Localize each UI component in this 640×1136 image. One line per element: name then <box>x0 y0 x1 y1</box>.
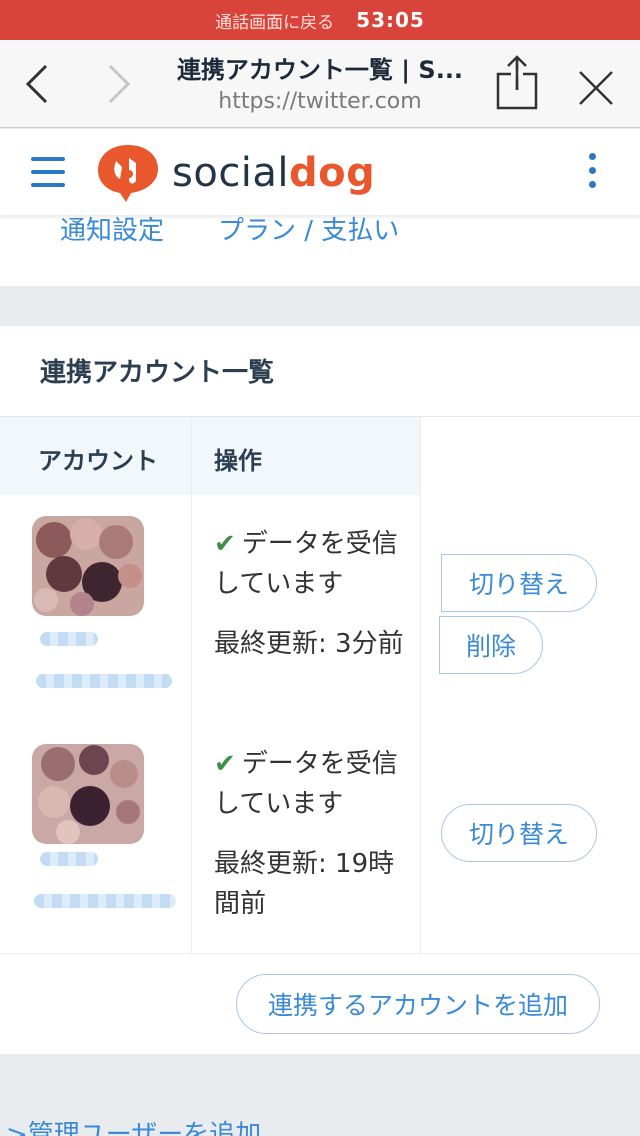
add-admin-user-label: 管理ユーザーを追加 <box>27 1120 262 1136</box>
forward-chevron-icon[interactable] <box>100 62 136 106</box>
brand-wordmark: socialdog <box>172 150 375 196</box>
table-header: アカウント 操作 <box>0 417 420 495</box>
last-updated: 最終更新: 19時間前 <box>214 849 395 919</box>
checkmark-icon: ✔ <box>214 749 236 779</box>
divider <box>0 953 640 954</box>
account-avatar <box>32 516 144 616</box>
brand-part-social: social <box>172 150 290 196</box>
checkmark-icon: ✔ <box>214 529 236 559</box>
chevron-right-icon: > <box>6 1120 28 1136</box>
add-admin-user-link[interactable]: >管理ユーザーを追加 <box>6 1114 261 1136</box>
delete-account-button[interactable]: 削除 <box>439 616 543 674</box>
linked-accounts-card: 連携アカウント一覧 アカウント 操作 ✔ データを受信しています 最終更新: 3… <box>0 326 640 1054</box>
account-name-blurred <box>40 632 98 646</box>
browser-toolbar: 連携アカウント一覧 | S... https://twitter.com <box>0 40 640 128</box>
return-to-call-bar[interactable]: 通話画面に戻る 53:05 <box>0 0 640 40</box>
account-name-blurred <box>40 852 98 866</box>
brand-part-dog: dog <box>289 150 376 196</box>
page-title-block: 連携アカウント一覧 | S... https://twitter.com <box>150 50 490 114</box>
page-title: 連携アカウント一覧 | S... <box>176 56 464 84</box>
back-chevron-icon[interactable] <box>20 62 56 106</box>
sync-status: ✔ データを受信しています <box>214 744 404 824</box>
divider <box>191 417 192 954</box>
sync-status: ✔ データを受信しています <box>214 524 404 604</box>
account-handle-blurred <box>34 894 176 908</box>
sync-status-text: データを受信しています <box>214 529 398 599</box>
return-to-call-text: 通話画面に戻る <box>215 12 335 33</box>
close-icon[interactable] <box>574 66 618 110</box>
page: 通話画面に戻る 53:05 連携アカウント一覧 | S... https://t… <box>0 0 640 1136</box>
account-avatar <box>32 744 144 844</box>
divider <box>420 417 421 954</box>
footer-area: >管理ユーザーを追加 <box>0 1054 640 1136</box>
add-linked-account-button[interactable]: 連携するアカウントを追加 <box>236 974 600 1034</box>
column-header-actions: 操作 <box>214 447 262 475</box>
switch-account-button[interactable]: 切り替え <box>441 804 597 862</box>
switch-account-button[interactable]: 切り替え <box>441 554 597 612</box>
account-handle-blurred <box>36 674 172 688</box>
more-options-icon[interactable] <box>586 153 598 193</box>
sync-status-text: データを受信しています <box>214 749 398 819</box>
share-icon[interactable] <box>494 54 540 110</box>
column-header-account: アカウント <box>38 447 158 475</box>
clock: 53:05 <box>356 8 425 32</box>
dog-speech-bubble-icon <box>98 145 158 202</box>
app-header: socialdog <box>0 129 640 215</box>
page-url: https://twitter.com <box>218 89 422 114</box>
notification-settings-link[interactable]: 通知設定 <box>60 210 164 247</box>
socialdog-logo[interactable]: socialdog <box>96 143 375 203</box>
plan-payment-link[interactable]: プラン / 支払い <box>218 210 399 247</box>
menu-icon[interactable] <box>31 157 65 189</box>
last-updated: 最終更新: 3分前 <box>214 629 404 659</box>
card-title: 連携アカウント一覧 <box>40 358 275 388</box>
